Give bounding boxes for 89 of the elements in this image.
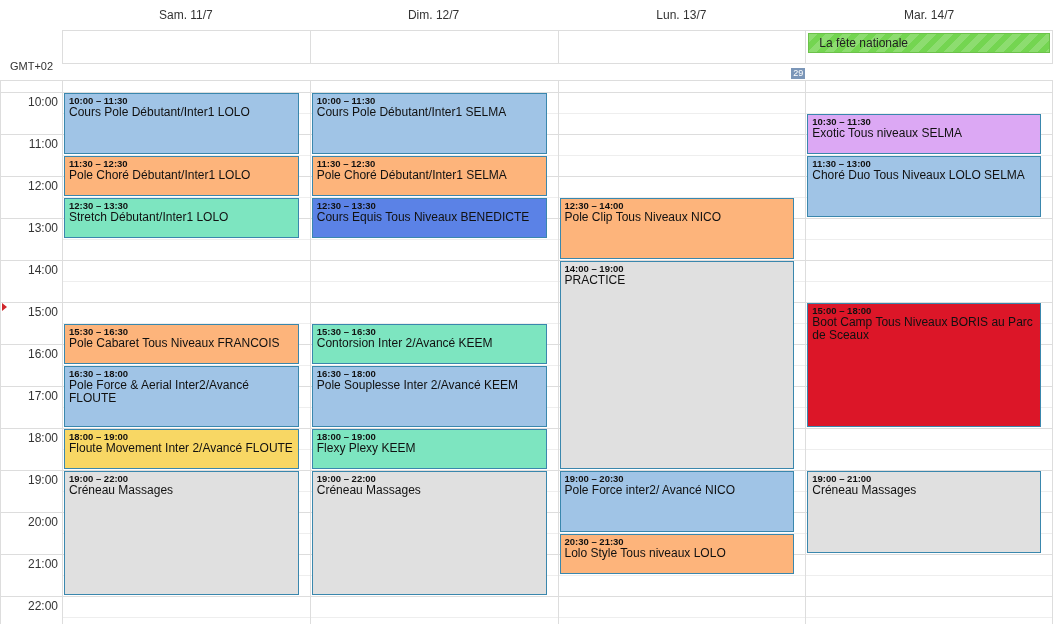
event-title: Pole Souplesse Inter 2/Avancé KEEM <box>316 379 519 392</box>
event-title: Lolo Style Tous niveaux LOLO <box>564 547 727 560</box>
calendar-event[interactable]: 12:30 – 13:30 Cours Equis Tous Niveaux BENEDICTE <box>311 198 547 238</box>
calendar-event[interactable]: 15:30 – 16:30 Pole Cabaret Tous Niveaux FRANCOIS <box>64 324 299 364</box>
hour-label: 16:00 <box>1 345 62 387</box>
event-time: 14:00 – 19:00 <box>564 263 625 274</box>
event-title: PRACTICE <box>564 274 627 287</box>
event-time: 19:00 – 21:00 <box>812 473 873 484</box>
hour-label: 11:00 <box>1 135 62 177</box>
calendar-event[interactable]: 12:30 – 14:00 Pole Clip Tous Niveaux NICO <box>559 198 795 259</box>
hour-label: 17:00 <box>1 387 62 429</box>
event-time: 15:30 – 16:30 <box>316 326 377 337</box>
event-time: 12:30 – 13:30 <box>69 200 130 211</box>
event-time: 18:00 – 19:00 <box>316 431 377 442</box>
event-title: Cours Equis Tous Niveaux BENEDICTE <box>316 211 531 224</box>
hour-label: 19:00 <box>1 471 62 513</box>
calendar-event[interactable]: 19:00 – 22:00 Créneau Massages <box>311 471 547 595</box>
hour-label: 10:00 <box>1 93 62 135</box>
event-title: Pole Cabaret Tous Niveaux FRANCOIS <box>69 337 281 350</box>
hour-label: 21:00 <box>1 555 62 597</box>
all-day-cell[interactable]: La fête nationale <box>805 30 1053 64</box>
day-header: Dim. 12/7 <box>406 8 461 22</box>
event-title: Floute Movement Inter 2/Avancé FLOUTE <box>69 442 294 455</box>
event-title: Choré Duo Tous Niveaux LOLO SELMA <box>812 169 1026 182</box>
event-time: 15:30 – 16:30 <box>69 326 130 337</box>
hour-label: 13:00 <box>1 219 62 261</box>
event-time: 11:30 – 12:30 <box>69 158 129 169</box>
calendar-event[interactable]: 18:00 – 19:00 Flexy Plexy KEEM <box>311 429 547 469</box>
calendar-event[interactable]: 15:00 – 18:00 Boot Camp Tous Niveaux BORIS au Parc de Sceaux <box>807 303 1041 427</box>
event-title: Pole Choré Débutant/Inter1 SELMA <box>316 169 508 182</box>
calendar-event[interactable]: 16:30 – 18:00 Pole Souplesse Inter 2/Avancé KEEM <box>311 366 547 427</box>
event-time: 11:30 – 12:30 <box>316 158 377 169</box>
calendar-event[interactable]: 19:00 – 22:00 Créneau Massages <box>64 471 299 595</box>
event-title: Contorsion Inter 2/Avancé KEEM <box>316 337 494 350</box>
calendar-event[interactable]: 19:00 – 20:30 Pole Force inter2/ Avancé NICO <box>559 471 795 532</box>
event-time: 10:00 – 11:30 <box>316 95 377 106</box>
event-time: 16:30 – 18:00 <box>316 368 377 379</box>
hour-label: 12:00 <box>1 177 62 219</box>
event-time: 18:00 – 19:00 <box>69 431 130 442</box>
calendar-event[interactable]: 15:30 – 16:30 Contorsion Inter 2/Avancé KEEM <box>311 324 547 364</box>
event-time: 16:30 – 18:00 <box>69 368 130 379</box>
event-title: Pole Force inter2/ Avancé NICO <box>564 484 737 497</box>
event-title: Créneau Massages <box>69 484 175 497</box>
calendar-event[interactable]: 10:00 – 11:30 Cours Pole Débutant/Inter1 LOLO <box>64 93 299 154</box>
event-title: Cours Pole Débutant/Inter1 LOLO <box>69 106 251 119</box>
event-time: 15:00 – 18:00 <box>812 305 873 316</box>
calendar-event[interactable]: 18:00 – 19:00 Floute Movement Inter 2/Avancé FLOUTE <box>64 429 299 469</box>
event-title: Pole Force & Aerial Inter2/Avancé FLOUTE <box>69 379 250 405</box>
calendar-event[interactable]: 11:30 – 13:00 Choré Duo Tous Niveaux LOLO SELMA <box>807 156 1041 217</box>
calendar-event[interactable]: 16:30 – 18:00 Pole Force & Aerial Inter2/Avancé FLOUTE <box>64 366 299 427</box>
event-title: Pole Choré Débutant/Inter1 LOLO <box>69 169 252 182</box>
event-time: 10:00 – 11:30 <box>69 95 129 106</box>
calendar-event[interactable]: 20:30 – 21:30 Lolo Style Tous niveaux LOLO <box>559 534 795 574</box>
event-time: 19:00 – 22:00 <box>316 473 377 484</box>
event-time: 19:00 – 22:00 <box>69 473 130 484</box>
event-title: Exotic Tous niveaux SELMA <box>812 127 964 140</box>
event-time: 11:30 – 13:00 <box>812 158 872 169</box>
all-day-cell[interactable] <box>309 30 558 64</box>
event-time: 20:30 – 21:30 <box>564 536 625 547</box>
hour-label: 20:00 <box>1 513 62 555</box>
day-header: Sam. 11/7 <box>157 8 214 22</box>
event-title: Flexy Plexy KEEM <box>316 442 417 455</box>
all-day-cell[interactable] <box>557 30 806 64</box>
calendar-event[interactable]: 14:00 – 19:00 PRACTICE <box>559 261 795 469</box>
event-title: Pole Clip Tous Niveaux NICO <box>564 211 722 224</box>
calendar-event[interactable]: 12:30 – 13:30 Stretch Débutant/Inter1 LOLO <box>64 198 299 238</box>
event-title: Boot Camp Tous Niveaux BORIS au Parc de Sceaux <box>812 316 1034 342</box>
hour-label: 22:00 <box>1 597 62 624</box>
all-day-cell[interactable] <box>62 30 310 64</box>
calendar-event[interactable]: 11:30 – 12:30 Pole Choré Débutant/Inter1 LOLO <box>64 156 299 196</box>
event-title: Créneau Massages <box>812 484 918 497</box>
hour-label: 18:00 <box>1 429 62 471</box>
timezone-label: GMT+02 <box>9 60 55 74</box>
event-title: Créneau Massages <box>316 484 422 497</box>
event-time: 19:00 – 20:30 <box>564 473 625 484</box>
day-header: Mar. 14/7 <box>903 8 956 22</box>
event-time: 12:30 – 14:00 <box>564 200 625 211</box>
event-title: Cours Pole Débutant/Inter1 SELMA <box>316 106 508 119</box>
calendar-event[interactable]: 19:00 – 21:00 Créneau Massages <box>807 471 1041 553</box>
current-time-marker-icon <box>2 303 7 311</box>
calendar-event[interactable]: 10:00 – 11:30 Cours Pole Débutant/Inter1 SELMA <box>311 93 547 154</box>
event-time: 10:30 – 11:30 <box>812 116 872 127</box>
hour-label: 14:00 <box>1 261 62 303</box>
event-time: 12:30 – 13:30 <box>316 200 377 211</box>
calendar-event[interactable]: 11:30 – 12:30 Pole Choré Débutant/Inter1 SELMA <box>311 156 547 196</box>
day-header: Lun. 13/7 <box>655 8 708 22</box>
calendar-event[interactable]: 10:30 – 11:30 Exotic Tous niveaux SELMA <box>807 114 1041 154</box>
event-title: Stretch Débutant/Inter1 LOLO <box>69 211 230 224</box>
all-day-event[interactable]: La fête nationale <box>808 33 1050 53</box>
